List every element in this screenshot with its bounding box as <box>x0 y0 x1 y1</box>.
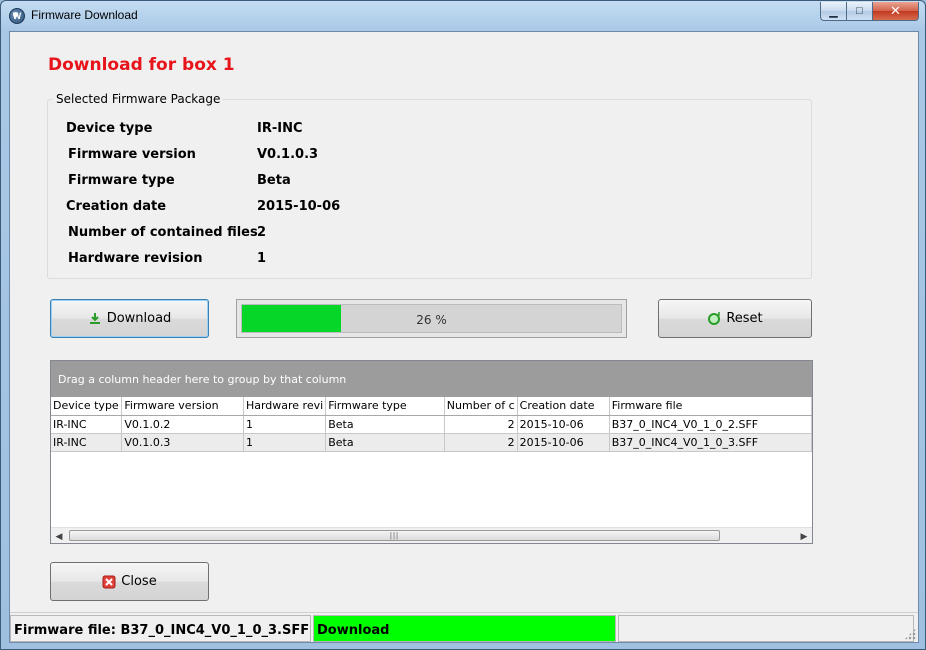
download-icon <box>89 312 100 324</box>
reset-button[interactable]: Reset <box>658 299 812 338</box>
group-by-panel[interactable]: Drag a column header here to group by th… <box>51 361 812 397</box>
table-cell: Beta <box>325 433 445 452</box>
column-header[interactable]: Firmware type <box>325 397 445 416</box>
column-header[interactable]: Number of c <box>444 397 518 416</box>
scroll-thumb[interactable]: ||| <box>69 530 720 541</box>
table-cell: 2 <box>444 433 518 452</box>
maximize-button[interactable]: □ <box>847 2 873 21</box>
scroll-right-icon[interactable]: ▶ <box>796 529 812 543</box>
dialog-body: Download for box 1 Selected Firmware Pac… <box>9 31 919 643</box>
table-cell: 2015-10-06 <box>517 433 610 452</box>
contained-files-value: 2 <box>257 225 267 240</box>
reset-button-label: Reset <box>726 311 763 326</box>
download-progress-bar: 26 % <box>236 299 627 338</box>
minimize-icon: ▁ <box>829 5 838 18</box>
close-icon: ✕ <box>890 3 901 18</box>
scroll-left-icon[interactable]: ◀ <box>51 529 67 543</box>
column-header[interactable]: Firmware version <box>121 397 244 416</box>
close-window-button[interactable]: ✕ <box>873 2 919 21</box>
table-cell: IR-INC <box>51 415 123 434</box>
hardware-revision-label: Hardware revision <box>68 251 203 266</box>
column-header[interactable]: Creation date <box>517 397 610 416</box>
table-row[interactable]: IR-INC V0.1.0.3 1 Beta 2 2015-10-06 B37_… <box>51 433 813 452</box>
firmware-package-group: Selected Firmware Package Device type IR… <box>47 92 812 279</box>
window-controls: ▁ □ ✕ <box>820 2 919 21</box>
table-cell: IR-INC <box>51 433 123 452</box>
table-cell: B37_0_INC4_V0_1_0_3.SFF <box>609 433 813 452</box>
firmware-grid[interactable]: Drag a column header here to group by th… <box>50 360 813 544</box>
firmware-download-window: W Firmware Download ▁ □ ✕ Download for b… <box>0 0 926 650</box>
creation-date-label: Creation date <box>66 199 167 214</box>
minimize-button[interactable]: ▁ <box>820 2 847 21</box>
table-cell: Beta <box>325 415 445 434</box>
hardware-revision-value: 1 <box>257 251 267 266</box>
window-title: Firmware Download <box>31 8 138 22</box>
title-bar[interactable]: W Firmware Download ▁ □ ✕ <box>1 1 925 31</box>
page-title: Download for box 1 <box>48 55 235 75</box>
creation-date-value: 2015-10-06 <box>257 199 341 214</box>
progress-text: 26 % <box>416 313 447 327</box>
column-header[interactable]: Firmware file <box>609 397 813 416</box>
table-header-row: Device type Firmware version Hardware re… <box>51 397 813 416</box>
table-cell: 2 <box>444 415 518 434</box>
reset-icon <box>708 311 721 325</box>
table-cell: 1 <box>243 433 327 452</box>
firmware-type-value: Beta <box>257 173 291 188</box>
status-empty <box>618 615 914 642</box>
firmware-type-label: Firmware type <box>68 173 175 188</box>
firmware-version-label: Firmware version <box>68 147 196 162</box>
horizontal-scrollbar[interactable]: ◀ ||| ▶ <box>51 527 812 543</box>
close-x-icon <box>102 575 116 588</box>
maximize-icon: □ <box>856 5 863 17</box>
firmware-table: Device type Firmware version Hardware re… <box>51 397 813 452</box>
firmware-version-value: V0.1.0.3 <box>257 147 319 162</box>
table-row[interactable]: IR-INC V0.1.0.2 1 Beta 2 2015-10-06 B37_… <box>51 415 813 434</box>
status-state: Download <box>313 615 616 642</box>
table-cell: V0.1.0.2 <box>121 415 244 434</box>
close-button-label: Close <box>121 574 157 589</box>
download-button-label: Download <box>106 311 172 326</box>
column-header[interactable]: Hardware revi <box>243 397 327 416</box>
download-button[interactable]: Download <box>50 299 209 338</box>
progress-track: 26 % <box>241 304 622 333</box>
status-firmware-file: Firmware file: B37_0_INC4_V0_1_0_3.SFF <box>10 615 311 642</box>
column-header[interactable]: Device type <box>51 397 123 416</box>
device-type-label: Device type <box>66 121 153 136</box>
app-icon: W <box>9 8 25 24</box>
table-cell: 1 <box>243 415 327 434</box>
table-cell: V0.1.0.3 <box>121 433 244 452</box>
table-cell: 2015-10-06 <box>517 415 610 434</box>
device-type-value: IR-INC <box>257 121 303 136</box>
contained-files-label: Number of contained files <box>68 225 258 240</box>
status-bar: Firmware file: B37_0_INC4_V0_1_0_3.SFF D… <box>10 612 918 642</box>
table-cell: B37_0_INC4_V0_1_0_2.SFF <box>609 415 813 434</box>
close-button[interactable]: Close <box>50 562 209 601</box>
group-legend: Selected Firmware Package <box>53 92 224 106</box>
